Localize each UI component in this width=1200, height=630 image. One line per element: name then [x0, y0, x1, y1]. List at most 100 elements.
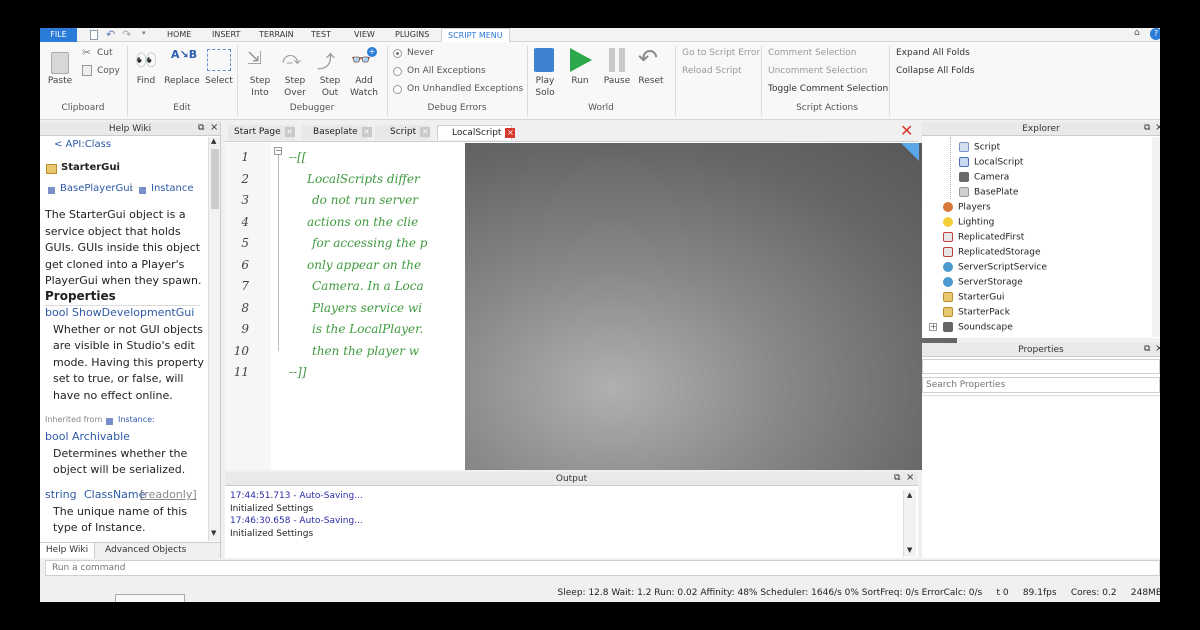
customize-icon[interactable]: ▾	[142, 29, 146, 37]
prop-name-archivable[interactable]: Archivable	[72, 429, 208, 446]
toggle-comment-selection-button[interactable]: Toggle Comment Selection	[768, 84, 888, 94]
explorer-item-server-script-service[interactable]: ServerScriptService	[943, 262, 1047, 273]
explorer-item-players[interactable]: Players	[943, 202, 991, 213]
close-tab-icon[interactable]: ×	[505, 127, 516, 138]
editor-tab-local-script[interactable]: LocalScript ×	[437, 125, 516, 140]
new-file-icon[interactable]	[90, 30, 98, 40]
float-icon[interactable]: ⧉	[1144, 123, 1150, 133]
tab-advanced-objects[interactable]: Advanced Objects	[105, 543, 186, 558]
explorer-item-starter-gui[interactable]: StarterGui	[943, 292, 1004, 303]
float-icon[interactable]: ⧉	[198, 123, 204, 133]
paste-button[interactable]: Paste	[46, 75, 74, 87]
scroll-up-icon[interactable]: ▲	[211, 137, 216, 145]
explorer-item-soundscape[interactable]: Soundscape	[943, 322, 1013, 333]
close-icon[interactable]: ×	[210, 122, 218, 133]
undo-icon[interactable]: ↶	[106, 28, 115, 41]
close-icon[interactable]: ×	[1155, 343, 1160, 354]
float-icon[interactable]: ⧉	[894, 473, 900, 483]
tab-help-wiki[interactable]: Help Wiki	[40, 543, 95, 558]
tab-home[interactable]: HOME	[167, 28, 191, 42]
close-editor-icon[interactable]: ✕	[900, 122, 913, 140]
properties-heading: Properties	[45, 288, 200, 306]
uncomment-selection-button[interactable]: Uncomment Selection	[768, 66, 867, 76]
explorer-scrollbar[interactable]	[1152, 137, 1160, 337]
output-title: Output	[225, 472, 918, 486]
editor-tab-baseplate[interactable]: Baseplate ×	[302, 125, 372, 140]
collapse-all-folds-button[interactable]: Collapse All Folds	[896, 66, 974, 76]
step-out-button[interactable]: Step Out	[312, 75, 348, 99]
cut-button[interactable]: Cut	[97, 48, 113, 58]
explorer-item-camera[interactable]: Camera	[959, 172, 1009, 183]
prop-description-line: Whether or not GUI objects	[53, 322, 203, 336]
expand-icon[interactable]: +	[929, 323, 937, 331]
explorer-item-server-storage[interactable]: ServerStorage	[943, 277, 1023, 288]
scroll-up-icon[interactable]: ▲	[907, 491, 912, 499]
tab-test[interactable]: TEST	[311, 28, 331, 42]
radio-on-unhandled-exceptions[interactable]	[393, 85, 402, 94]
search-properties-input[interactable]	[922, 377, 1160, 393]
class-icon	[106, 418, 113, 425]
close-icon[interactable]: ×	[1155, 122, 1160, 133]
help-wiki-panel: Help Wiki ⧉ × < API:Class StarterGui : B…	[40, 122, 221, 558]
welcome-popup-fragment	[115, 594, 185, 602]
breadcrumb[interactable]: < API:Class	[54, 139, 111, 150]
inherit-instance[interactable]: Instance	[151, 183, 194, 194]
tab-script-menu[interactable]: SCRIPT MENU	[441, 28, 510, 42]
help-wiki-scrollbar[interactable]: ▲ ▼	[208, 137, 220, 541]
prop-name-show-development-gui[interactable]: ShowDevelopmentGui	[72, 305, 208, 322]
select-button[interactable]: Select	[203, 75, 235, 87]
close-icon[interactable]: ×	[906, 472, 914, 483]
scroll-down-icon[interactable]: ▼	[907, 546, 912, 554]
editor-tab-start-page[interactable]: Start Page ×	[228, 125, 295, 140]
replace-button[interactable]: Replace	[162, 75, 202, 87]
explorer-item-local-script[interactable]: LocalScript	[959, 157, 1023, 168]
radio-on-all-exceptions[interactable]	[393, 67, 402, 76]
tab-file[interactable]: FILE	[40, 28, 77, 42]
description-line: The StarterGui object is a	[45, 208, 186, 221]
properties-selector[interactable]	[922, 359, 1160, 374]
comment-selection-button[interactable]: Comment Selection	[768, 48, 856, 58]
fold-toggle-icon[interactable]: −	[274, 147, 282, 155]
reload-script-button[interactable]: Reload Script	[682, 66, 742, 76]
copy-button[interactable]: Copy	[97, 66, 120, 76]
redo-icon[interactable]: ↷	[122, 28, 131, 41]
prop-description-line: are visible in Studio's edit	[53, 339, 195, 352]
tab-insert[interactable]: INSERT	[212, 28, 240, 42]
reset-button[interactable]: Reset	[636, 75, 666, 87]
on-unhandled-exceptions-label: On Unhandled Exceptions	[407, 84, 524, 94]
close-tab-icon[interactable]: ×	[284, 126, 295, 137]
float-icon[interactable]: ⧉	[1144, 344, 1150, 354]
go-to-script-error-button[interactable]: Go to Script Error	[682, 48, 760, 58]
command-bar-input[interactable]	[45, 560, 1160, 576]
add-watch-button[interactable]: Add Watch	[346, 75, 382, 99]
tab-terrain[interactable]: TERRAIN	[259, 28, 294, 42]
step-over-button[interactable]: Step Over	[277, 75, 313, 99]
scroll-down-icon[interactable]: ▼	[211, 529, 216, 537]
close-tab-icon[interactable]: ×	[420, 126, 431, 137]
output-scrollbar[interactable]: ▲ ▼	[903, 490, 916, 557]
find-button[interactable]: Find	[131, 75, 161, 87]
explorer-item-starter-pack[interactable]: StarterPack	[943, 307, 1010, 318]
help-icon[interactable]: ?	[1150, 28, 1160, 40]
tab-plugins[interactable]: PLUGINS	[395, 28, 429, 42]
tab-view[interactable]: VIEW	[354, 28, 375, 42]
inherited-class-instance[interactable]: Instance:	[118, 415, 155, 424]
run-button[interactable]: Run	[565, 75, 595, 87]
pause-button[interactable]: Pause	[601, 75, 633, 87]
explorer-item-lighting[interactable]: Lighting	[943, 217, 994, 228]
play-solo-button[interactable]: Play Solo	[530, 75, 560, 99]
line-number: 2	[241, 171, 249, 186]
radio-never[interactable]	[393, 49, 402, 58]
editor-tab-script[interactable]: Script ×	[375, 125, 431, 140]
expand-all-folds-button[interactable]: Expand All Folds	[896, 48, 970, 58]
explorer-item-replicated-storage[interactable]: ReplicatedStorage	[943, 247, 1041, 258]
editor-tab-bar: Start Page × Baseplate × Script × LocalScri…	[225, 122, 918, 142]
close-tab-icon[interactable]: ×	[361, 126, 372, 137]
inherit-base-player-gui[interactable]: BasePlayerGui	[60, 183, 132, 194]
explorer-item-script[interactable]: Script	[959, 142, 1000, 153]
step-into-button[interactable]: Step Into	[242, 75, 278, 99]
explorer-item-baseplate[interactable]: BasePlate	[959, 187, 1018, 198]
explorer-item-replicated-first[interactable]: ReplicatedFirst	[943, 232, 1024, 243]
code-area[interactable]: --[[ LocalScripts differ do not run serv…	[285, 144, 465, 464]
scroll-thumb[interactable]	[211, 149, 219, 209]
